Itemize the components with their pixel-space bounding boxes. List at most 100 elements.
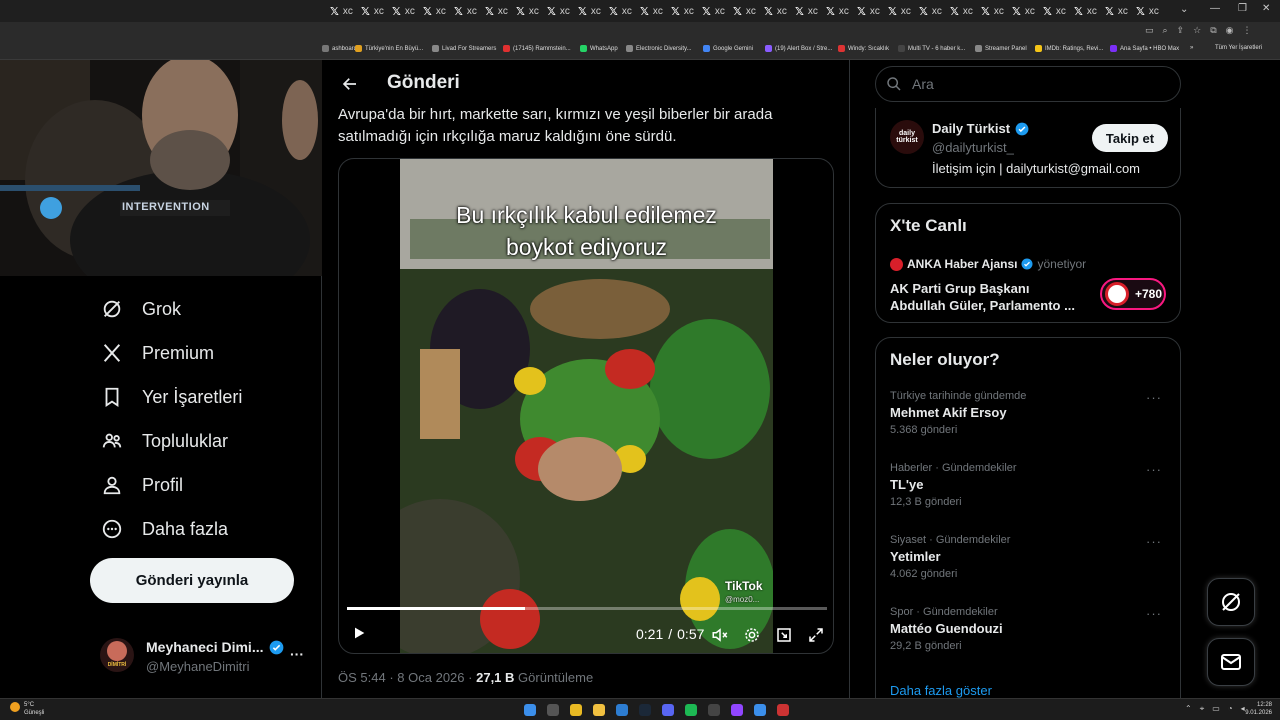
grok-fab-button[interactable]	[1207, 578, 1255, 626]
browser-tab[interactable]: 𝕏xc	[392, 3, 415, 19]
tab-search-icon[interactable]: ⌄	[1180, 4, 1188, 15]
bookmark-item[interactable]: Tüm Yer İşaretleri	[1215, 45, 1262, 51]
tray-network-icon[interactable]: ◔	[1228, 704, 1233, 714]
search-icon[interactable]	[547, 704, 559, 716]
maximize-icon[interactable]: ❐	[1238, 3, 1247, 14]
trend-more-icon[interactable]: ···	[1146, 606, 1162, 621]
toolbar-extension-icons[interactable]: ▭ ⌕ ⇪ ☆ ⧉ ◉ ⋮	[1145, 25, 1251, 36]
browser-tab[interactable]: 𝕏xc	[1136, 3, 1159, 19]
cast-icon[interactable]: ▭	[1145, 25, 1154, 36]
browser-tab[interactable]: 𝕏xc	[826, 3, 849, 19]
picture-in-picture-icon[interactable]	[775, 626, 793, 649]
bookmark-item[interactable]: Streamer Panel	[975, 45, 1027, 52]
bookmark-item[interactable]: ashboard	[322, 45, 357, 52]
browser-tab[interactable]: 𝕏xc	[702, 3, 725, 19]
bookmark-item[interactable]: (19) Alert Box / Stre...	[765, 45, 832, 52]
settings-gear-icon[interactable]	[743, 626, 761, 649]
browser-tab[interactable]: 𝕏xc	[888, 3, 911, 19]
bookmark-item[interactable]: Türkiye'nin En Büyü...	[355, 45, 423, 52]
browser-tab[interactable]: 𝕏xc	[485, 3, 508, 19]
volume-icon[interactable]	[711, 626, 729, 649]
zoom-icon[interactable]: ⌕	[1163, 25, 1168, 36]
menu-icon[interactable]: ⋮	[1242, 25, 1251, 36]
trend-item[interactable]: Siyaset · Gündemdekiler Yetimler 4.062 gön…	[890, 534, 1170, 580]
live-headline[interactable]: AK Parti Grup Başkanı Abdullah Güler, Pa…	[890, 280, 1075, 314]
browser-tab[interactable]: 𝕏xc	[516, 3, 539, 19]
browser-tab[interactable]: 𝕏xc	[1105, 3, 1128, 19]
store-icon[interactable]	[616, 704, 628, 716]
post-time[interactable]: ÖS 5:44	[338, 670, 386, 685]
browser-tab[interactable]: 𝕏xc	[919, 3, 942, 19]
browser-tab[interactable]: 𝕏xc	[764, 3, 787, 19]
bookmark-item[interactable]: WhatsApp	[580, 45, 618, 52]
browser-tab[interactable]: 𝕏xc	[578, 3, 601, 19]
bookmark-item[interactable]: »	[1190, 45, 1193, 51]
trend-item[interactable]: Haberler · Gündemdekiler TL'ye 12,3 B gönd…	[890, 462, 1170, 508]
nav-item-8[interactable]: Daha fazla	[100, 517, 228, 541]
account-more-icon[interactable]: ···	[290, 646, 304, 662]
browser-tab[interactable]: 𝕏xc	[795, 3, 818, 19]
profile-avatar[interactable]: daily türkist	[890, 120, 924, 154]
weather-icon[interactable]	[10, 702, 20, 712]
live-listeners-pill[interactable]: +780	[1100, 278, 1166, 310]
browser-tab[interactable]: 𝕏xc	[1043, 3, 1066, 19]
trend-more-icon[interactable]: ···	[1146, 390, 1162, 405]
browser-tab[interactable]: 𝕏xc	[857, 3, 880, 19]
weather-widget[interactable]: 5°C Güneşli	[24, 701, 44, 717]
chrome-icon[interactable]	[570, 704, 582, 716]
bookmark-item[interactable]: Electronic Diversity...	[626, 45, 692, 52]
trend-item[interactable]: Spor · Gündemdekiler Mattéo Guendouzi 29,2…	[890, 606, 1170, 652]
nav-item-6[interactable]: Topluluklar	[100, 429, 228, 453]
nav-item-5[interactable]: Yer İşaretleri	[100, 385, 242, 409]
trend-item[interactable]: Türkiye tarihinde gündemde Mehmet Akif Er…	[890, 390, 1170, 436]
messages-fab-button[interactable]	[1207, 638, 1255, 686]
browser-tab[interactable]: 𝕏xc	[640, 3, 663, 19]
steam-icon[interactable]	[639, 704, 651, 716]
browser-tab[interactable]: 𝕏xc	[1012, 3, 1035, 19]
profile-card[interactable]: daily türkist Daily Türkist @dailyturkis…	[875, 108, 1181, 188]
app-icon[interactable]	[708, 704, 720, 716]
follow-button[interactable]: Takip et	[1092, 124, 1168, 152]
spotify-icon[interactable]	[685, 704, 697, 716]
bookmark-item[interactable]: Livad For Streamers	[432, 45, 496, 52]
video-progress-bar[interactable]	[347, 607, 827, 610]
search-input[interactable]: Ara	[912, 76, 934, 92]
twitch-icon[interactable]	[731, 704, 743, 716]
trend-more-icon[interactable]: ···	[1146, 462, 1162, 477]
photos-icon[interactable]	[754, 704, 766, 716]
fullscreen-icon[interactable]	[807, 626, 825, 649]
clock[interactable]: 12:28 9.01.2026	[1240, 701, 1272, 717]
bookmark-item[interactable]: Ana Sayfa • HBO Max	[1110, 45, 1179, 52]
play-icon[interactable]	[351, 625, 367, 646]
tray-battery-icon[interactable]: ▭	[1212, 704, 1220, 714]
browser-tab[interactable]: 𝕏xc	[981, 3, 1004, 19]
nav-item-3[interactable]: Grok	[100, 297, 181, 321]
browser-tab[interactable]: 𝕏xc	[1074, 3, 1097, 19]
back-arrow-icon[interactable]	[338, 72, 362, 96]
minimize-icon[interactable]: —	[1210, 3, 1220, 14]
profile-name[interactable]: Daily Türkist	[932, 121, 1010, 136]
video-frame[interactable]: Bu ırkçılık kabul edilemez boykot ediyor…	[400, 159, 773, 653]
windows-start-icon[interactable]	[524, 704, 536, 716]
file-explorer-icon[interactable]	[593, 704, 605, 716]
tray-chevron-icon[interactable]: ⌃	[1185, 704, 1192, 714]
browser-tab[interactable]: 𝕏xc	[454, 3, 477, 19]
search-box[interactable]: Ara	[875, 66, 1181, 102]
trends-show-more-link[interactable]: Daha fazla göster	[890, 683, 992, 698]
browser-tab[interactable]: 𝕏xc	[671, 3, 694, 19]
tray-pin-icon[interactable]: ⌖	[1200, 704, 1205, 714]
browser-tab[interactable]: 𝕏xc	[330, 3, 353, 19]
bookmark-item[interactable]: Multi TV - 6 haber k...	[898, 45, 965, 52]
browser-tab[interactable]: 𝕏xc	[950, 3, 973, 19]
trend-more-icon[interactable]: ···	[1146, 534, 1162, 549]
browser-tab[interactable]: 𝕏xc	[609, 3, 632, 19]
browser-tab[interactable]: 𝕏xc	[423, 3, 446, 19]
nav-item-4[interactable]: Premium	[100, 341, 214, 365]
close-window-icon[interactable]: ✕	[1262, 3, 1270, 14]
nav-item-7[interactable]: Profil	[100, 473, 183, 497]
post-date[interactable]: 8 Oca 2026	[397, 670, 464, 685]
bookmark-item[interactable]: IMDb: Ratings, Revi...	[1035, 45, 1103, 52]
video-player[interactable]: Bu ırkçılık kabul edilemez boykot ediyor…	[338, 158, 834, 654]
browser-tab[interactable]: 𝕏xc	[547, 3, 570, 19]
discord-icon[interactable]	[662, 704, 674, 716]
